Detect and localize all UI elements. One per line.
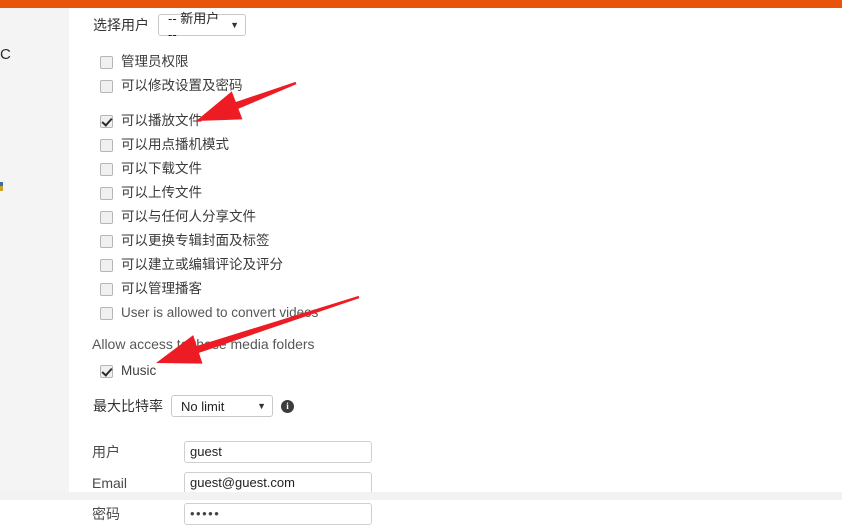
permission-row[interactable]: 可以用点播机模式 <box>100 133 430 157</box>
sidebar-color-marker <box>0 182 3 191</box>
account-field-label: 用户 <box>92 443 120 460</box>
permission-row[interactable]: 可以与任何人分享文件 <box>100 205 430 229</box>
permission-row[interactable]: 管理员权限 <box>100 50 430 74</box>
permission-label: 可以建立或编辑评论及评分 <box>121 257 283 273</box>
max-bitrate-dropdown[interactable]: No limit ▼ <box>171 395 273 417</box>
permission-row[interactable]: 可以播放文件 <box>100 109 430 133</box>
permission-label: 管理员权限 <box>121 54 189 70</box>
permission-label: 可以上传文件 <box>121 185 202 201</box>
checkbox-checked-icon[interactable] <box>100 114 113 128</box>
permission-label: 可以管理播客 <box>121 281 202 297</box>
user-select-row: 选择用户 -- 新用户 -- ▼ <box>93 11 246 42</box>
checkbox-checked-icon[interactable] <box>100 364 113 378</box>
user-select-dropdown[interactable]: -- 新用户 -- ▼ <box>158 11 246 42</box>
checkbox-unchecked-icon[interactable] <box>100 282 113 296</box>
checkbox-unchecked-icon[interactable] <box>100 162 113 176</box>
top-accent-bar <box>0 0 842 8</box>
account-field-label: 密码 <box>92 505 120 522</box>
max-bitrate-row: 最大比特率 No limit ▼ i <box>93 395 294 417</box>
left-sidebar-partial: C <box>0 8 70 492</box>
account-field-label: Email <box>92 474 128 491</box>
email-field[interactable] <box>184 471 372 494</box>
checkbox-unchecked-icon[interactable] <box>100 79 113 93</box>
checkbox-unchecked-icon[interactable] <box>100 210 113 224</box>
chevron-down-icon: ▼ <box>257 400 266 411</box>
permission-label: 可以下载文件 <box>121 161 202 177</box>
bottom-strip <box>0 492 842 500</box>
account-fields: 用户 Email 密码 <box>92 436 412 529</box>
checkbox-unchecked-icon[interactable] <box>100 306 113 320</box>
account-field-row: 用户 <box>92 436 412 467</box>
checkbox-unchecked-icon[interactable] <box>100 55 113 69</box>
media-folder-label: Music <box>121 363 157 379</box>
chevron-down-icon: ▼ <box>230 19 239 30</box>
permission-row[interactable]: 可以上传文件 <box>100 181 430 205</box>
account-field-row: 密码 <box>92 498 412 529</box>
user-select-value: -- 新用户 -- <box>168 11 220 42</box>
info-icon[interactable]: i <box>281 399 294 413</box>
checkbox-unchecked-icon[interactable] <box>100 258 113 272</box>
permission-checkbox-list: 管理员权限可以修改设置及密码 可以播放文件可以用点播机模式 可以下载文件 可以上传文件… <box>100 50 430 325</box>
permission-label: 可以修改设置及密码 <box>121 78 243 94</box>
media-folders-list: Music <box>100 359 156 383</box>
settings-content-area: 选择用户 -- 新用户 -- ▼ 管理员权限可以修改设置及密码 可以播放文件可以用… <box>70 8 842 525</box>
max-bitrate-value: No limit <box>181 398 225 414</box>
permission-row[interactable]: 可以建立或编辑评论及评分 <box>100 253 430 277</box>
permission-label: 可以更换专辑封面及标签 <box>121 233 270 249</box>
permission-row[interactable]: User is allowed to convert videos <box>100 301 430 325</box>
checkbox-unchecked-icon[interactable] <box>100 138 113 152</box>
permission-label: User is allowed to convert videos <box>121 305 319 321</box>
permission-label: 可以用点播机模式 <box>121 137 229 153</box>
permission-row[interactable]: 可以下载文件 <box>100 157 430 181</box>
sidebar-partial-glyph: C <box>0 46 11 63</box>
checkbox-unchecked-icon[interactable] <box>100 234 113 248</box>
media-folders-heading: Allow access to these media folders <box>92 336 315 352</box>
username-field[interactable] <box>184 440 372 463</box>
permission-label: 可以播放文件 <box>121 113 202 129</box>
user-select-label: 选择用户 <box>93 17 149 33</box>
permission-row[interactable]: 可以管理播客 <box>100 277 430 301</box>
permission-label: 可以与任何人分享文件 <box>121 209 256 225</box>
permission-row[interactable]: 可以更换专辑封面及标签 <box>100 229 430 253</box>
media-folder-row[interactable]: Music <box>100 359 156 383</box>
permission-row[interactable]: 可以修改设置及密码 <box>100 74 430 98</box>
password-field[interactable] <box>184 502 372 525</box>
max-bitrate-label: 最大比特率 <box>93 398 163 414</box>
checkbox-unchecked-icon[interactable] <box>100 186 113 200</box>
